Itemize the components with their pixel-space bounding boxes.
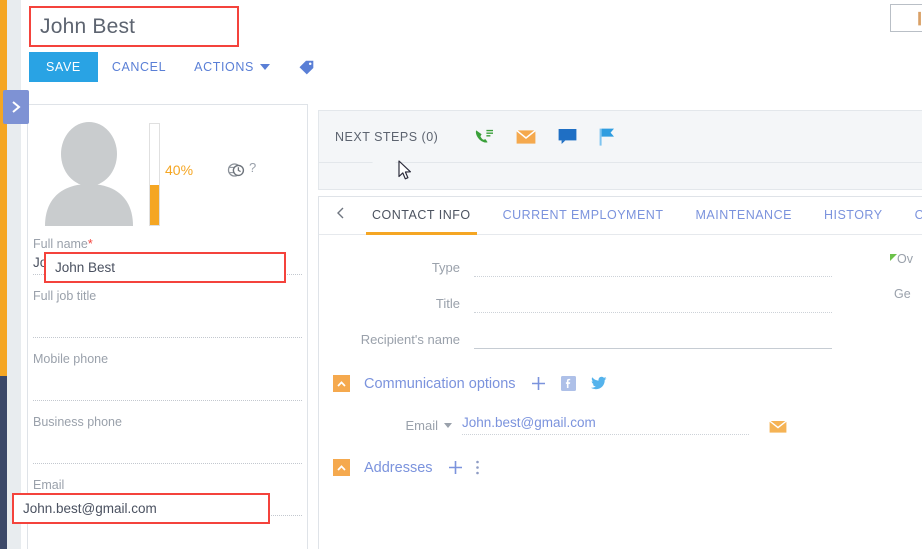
chat-bubble-icon[interactable]: [558, 128, 577, 145]
chevron-up-icon[interactable]: [333, 459, 350, 476]
field-underline: [33, 463, 302, 464]
kebab-menu-icon[interactable]: [475, 459, 480, 476]
recipient-name-input[interactable]: [474, 329, 832, 349]
addresses-title[interactable]: Addresses: [364, 460, 433, 476]
field-label: Email: [33, 478, 65, 492]
owner-label: Ov: [897, 252, 913, 266]
actions-button[interactable]: ACTIONS: [180, 52, 284, 82]
top-right-widget[interactable]: ❙: [890, 4, 922, 32]
app-root: John Best SAVE CANCEL ACTIONS ❙: [0, 0, 922, 549]
plus-icon[interactable]: [447, 459, 464, 476]
field-label: Full job title: [33, 289, 97, 303]
next-steps-bar: NEXT STEPS (0): [318, 110, 922, 163]
tab-contact-info[interactable]: CONTACT INFO: [356, 197, 487, 235]
communication-options-title[interactable]: Communication options: [364, 376, 516, 392]
full-name-highlight[interactable]: John Best: [44, 252, 286, 283]
toolbar: SAVE CANCEL ACTIONS: [29, 52, 315, 82]
email-highlight[interactable]: John.best@gmail.com: [12, 493, 270, 524]
avatar-row: 40% ?: [28, 105, 307, 227]
field-label: Business phone: [33, 415, 122, 429]
field-email: Email John.best@gmail.com John.best@gmai…: [12, 478, 307, 524]
page-title: John Best: [40, 14, 136, 38]
next-steps-notch: [372, 162, 396, 173]
tab-communication[interactable]: COMMU: [899, 197, 922, 235]
avatar: [33, 120, 146, 226]
twitter-icon[interactable]: [590, 376, 607, 391]
form-label-recipient-name: Recipient's name: [360, 332, 460, 347]
actions-label: ACTIONS: [194, 60, 254, 74]
section-communication-options: Communication options: [319, 375, 922, 392]
clock-globe-icon[interactable]: [227, 161, 245, 184]
tab-bar: CONTACT INFO CURRENT EMPLOYMENT MAINTENA…: [319, 197, 922, 235]
chevron-up-icon[interactable]: [333, 375, 350, 392]
field-underline: [33, 400, 302, 401]
field-mobile-phone[interactable]: Mobile phone: [28, 352, 307, 401]
field-business-phone[interactable]: Business phone: [28, 415, 307, 464]
field-label: Full name*: [33, 237, 93, 251]
save-button[interactable]: SAVE: [29, 52, 98, 82]
help-question-label[interactable]: ?: [249, 160, 256, 175]
form-label-title: Title: [435, 296, 460, 311]
chevron-right-icon: [10, 100, 22, 114]
chevron-down-icon[interactable]: [444, 423, 452, 428]
tab-maintenance[interactable]: MAINTENANCE: [679, 197, 807, 235]
profile-completeness-bar: [149, 123, 160, 226]
tag-icon[interactable]: [298, 59, 315, 76]
field-underline: [33, 337, 302, 338]
form-label-type: Type: [431, 260, 460, 275]
field-value[interactable]: [33, 429, 302, 463]
envelope-icon[interactable]: [516, 129, 537, 145]
left-rail-orange: [0, 0, 7, 376]
next-steps-sub-strip: [318, 162, 922, 190]
gender-label: Ge: [894, 287, 911, 301]
contact-detail-panel: CONTACT INFO CURRENT EMPLOYMENT MAINTENA…: [318, 196, 922, 549]
communication-email-input[interactable]: John.best@gmail.com: [462, 414, 749, 435]
contact-card-panel: 40% ? Full name* John Best John Best: [12, 104, 308, 549]
corner-marker-icon: ❙: [914, 10, 922, 26]
tab-scroll-left-button[interactable]: [319, 206, 356, 225]
flag-icon[interactable]: [599, 128, 616, 146]
profile-completeness-fill: [150, 184, 159, 225]
communication-email-value: John.best@gmail.com: [462, 415, 596, 430]
tab-history[interactable]: HISTORY: [808, 197, 899, 235]
field-value[interactable]: [33, 366, 302, 400]
section-addresses: Addresses: [319, 459, 922, 476]
title-input[interactable]: [474, 293, 832, 313]
communication-email-row: Email John.best@gmail.com: [319, 414, 922, 435]
field-full-name: Full name* John Best John Best: [28, 237, 307, 283]
form-row-type: Type: [319, 257, 922, 277]
next-steps-label[interactable]: NEXT STEPS (0): [335, 130, 438, 144]
facebook-icon[interactable]: [560, 376, 576, 391]
form-row-title: Title: [319, 293, 922, 313]
green-corner-marker: [890, 254, 897, 261]
tab-current-employment[interactable]: CURRENT EMPLOYMENT: [487, 197, 680, 235]
form-row-recipient-name: Recipient's name: [319, 329, 922, 349]
email-value: John.best@gmail.com: [23, 501, 157, 516]
field-label: Mobile phone: [33, 352, 109, 366]
sidebar-expand-button[interactable]: [3, 90, 29, 124]
plus-icon[interactable]: [530, 375, 547, 392]
record-title-highlight[interactable]: John Best: [29, 6, 239, 47]
profile-completeness-label: 40%: [165, 162, 194, 178]
page-header: John Best SAVE CANCEL ACTIONS ❙: [21, 0, 922, 92]
type-input[interactable]: [474, 257, 832, 277]
contact-info-form: Type Title Recipient's name Communicatio…: [319, 235, 922, 476]
chevron-left-icon: [335, 206, 346, 225]
chevron-down-icon: [259, 64, 270, 70]
next-steps-actions: [474, 128, 616, 146]
envelope-icon[interactable]: [769, 420, 787, 434]
full-name-value: John Best: [55, 260, 116, 275]
field-full-job-title[interactable]: Full job title: [28, 289, 307, 338]
phone-call-icon[interactable]: [474, 128, 494, 146]
left-rail-gap: [7, 0, 21, 549]
field-value[interactable]: [33, 303, 302, 337]
cancel-button[interactable]: CANCEL: [98, 52, 180, 82]
communication-email-label: Email: [405, 418, 438, 433]
